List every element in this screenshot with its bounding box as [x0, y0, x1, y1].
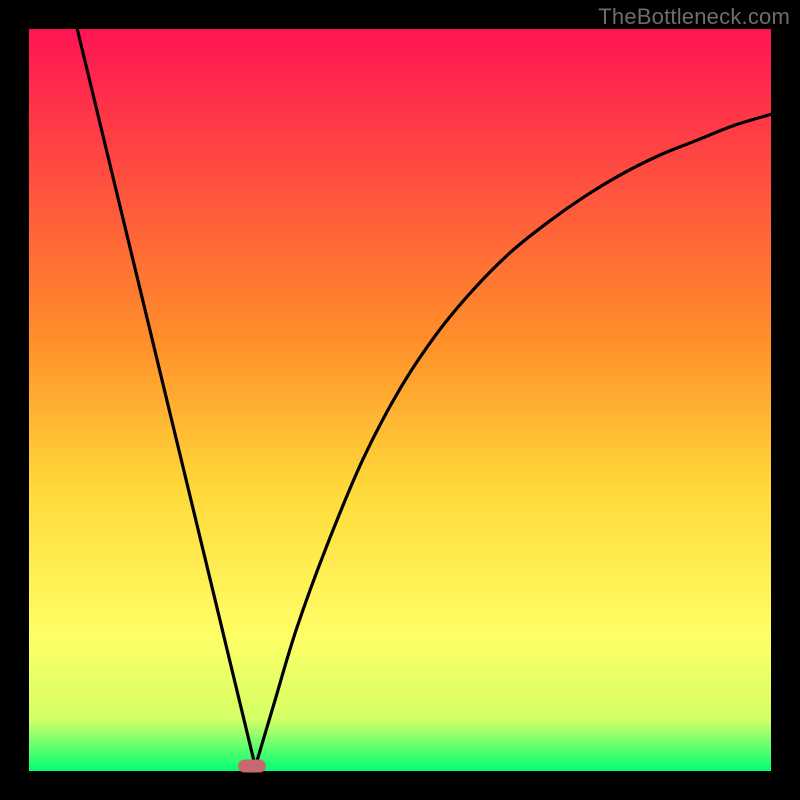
chart-frame: [29, 29, 771, 771]
watermark-text: TheBottleneck.com: [598, 4, 790, 30]
optimal-point-marker: [238, 759, 266, 772]
bottleneck-curve: [77, 29, 771, 767]
chart-plot: [29, 29, 771, 771]
